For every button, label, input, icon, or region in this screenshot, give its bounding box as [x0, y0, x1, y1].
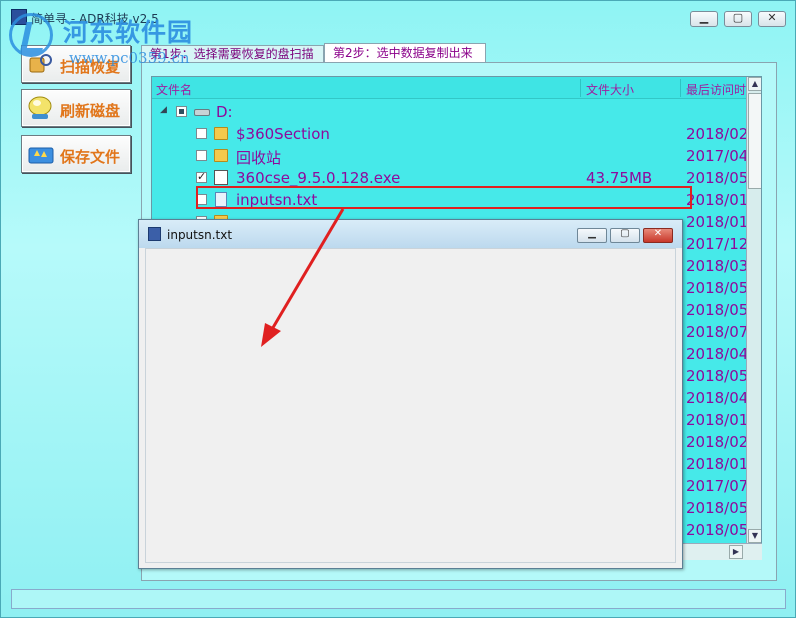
maximize-icon: ▢ [620, 228, 630, 239]
tree-root-row[interactable]: ◢ D: [152, 101, 746, 123]
save-file-button[interactable]: 保存文件 [21, 135, 131, 173]
scroll-thumb[interactable] [748, 93, 761, 189]
preview-content-area[interactable] [145, 248, 676, 563]
file-name: $360Section [236, 125, 330, 143]
column-size-header[interactable]: 文件大小 [586, 81, 634, 98]
exe-file-icon [214, 170, 228, 185]
file-date: 2018/05 [686, 169, 749, 187]
file-size: 43.75MB [586, 169, 653, 187]
folder-icon [214, 149, 228, 162]
expand-arrow-icon[interactable]: ◢ [160, 105, 167, 115]
preview-minimize-button[interactable]: ▁ [577, 228, 607, 243]
table-row[interactable]: 回收站 2017/04 [152, 145, 749, 167]
status-bar [11, 589, 786, 609]
save-file-label: 保存文件 [60, 148, 121, 166]
close-icon: ✕ [767, 11, 777, 24]
file-date: 2018/02 [686, 125, 749, 143]
preview-window: inputsn.txt ▁ ▢ ✕ [138, 219, 683, 569]
file-date: 2018/01 [686, 455, 749, 473]
file-date: 2018/05 [686, 367, 749, 385]
maximize-button[interactable]: ▢ [724, 11, 752, 27]
file-date: 2018/01 [686, 411, 749, 429]
root-label: D: [216, 103, 233, 121]
list-header: 文件名 文件大小 最后访问时 [152, 77, 746, 99]
folder-icon [214, 127, 228, 140]
row-checkbox[interactable] [196, 128, 207, 139]
file-date: 2018/05 [686, 301, 749, 319]
selection-highlight-box [196, 186, 692, 209]
refresh-disk-label: 刷新磁盘 [60, 102, 121, 120]
file-date: 2018/04 [686, 345, 749, 363]
column-date-header[interactable]: 最后访问时 [686, 81, 746, 98]
vertical-scrollbar[interactable]: ▲ ▼ [746, 77, 761, 559]
maximize-icon: ▢ [732, 11, 744, 24]
minimize-icon: ▁ [588, 228, 596, 239]
table-row[interactable]: $360Section 2018/02 [152, 123, 749, 145]
file-date: 2018/05 [686, 279, 749, 297]
scroll-up-icon[interactable]: ▲ [748, 77, 761, 91]
file-name: 360cse_9.5.0.128.exe [236, 169, 401, 187]
file-date: 2018/02 [686, 433, 749, 451]
file-date: 2018/05 [686, 499, 749, 517]
minimize-button[interactable]: ▁ [690, 11, 718, 27]
file-date: 2017/12 [686, 235, 749, 253]
file-name: 回收站 [236, 149, 282, 167]
close-icon: ✕ [653, 228, 663, 239]
file-date: 2018/01 [686, 213, 749, 231]
refresh-disk-button[interactable]: 刷新磁盘 [21, 89, 131, 127]
main-window: 简单寻 - ADR科技 v2.5 ▁ ▢ ✕ 扫描恢复 刷新磁盘 保存文件 第1… [0, 0, 796, 618]
file-date: 2017/07 [686, 477, 749, 495]
watermark-text: 河东软件园 [63, 18, 194, 47]
row-checkbox[interactable] [196, 150, 207, 161]
scroll-down-icon[interactable]: ▼ [748, 529, 761, 543]
file-date: 2018/04 [686, 389, 749, 407]
minimize-icon: ▁ [699, 11, 709, 24]
file-date: 2018/03 [686, 257, 749, 275]
preview-title: inputsn.txt [167, 228, 233, 242]
close-button[interactable]: ✕ [758, 11, 786, 27]
row-checkbox[interactable]: ✓ [196, 170, 207, 183]
scroll-right-icon[interactable]: ▶ [729, 545, 743, 559]
tab-step2[interactable]: 第2步：选中数据复制出来 [324, 43, 486, 62]
watermark-logo-icon [9, 13, 53, 57]
root-checkbox[interactable] [176, 106, 187, 117]
check-icon: ✓ [197, 170, 207, 183]
watermark-url: www.pc0359.cn [69, 49, 190, 67]
preview-maximize-button[interactable]: ▢ [610, 228, 640, 243]
partial-check-icon [179, 109, 184, 114]
file-date: 2018/05 [686, 521, 749, 539]
file-date: 2017/04 [686, 147, 749, 165]
drive-icon [194, 109, 210, 116]
refresh-disk-icon [28, 96, 52, 119]
preview-app-icon [148, 227, 161, 241]
preview-title-bar: inputsn.txt ▁ ▢ ✕ [139, 220, 682, 248]
preview-close-button[interactable]: ✕ [643, 228, 673, 243]
watermark: 河东软件园 www.pc0359.cn [9, 11, 214, 69]
column-name-header[interactable]: 文件名 [156, 81, 192, 98]
file-date: 2018/01 [686, 191, 749, 209]
save-folder-icon [28, 147, 54, 164]
file-date: 2018/07 [686, 323, 749, 341]
